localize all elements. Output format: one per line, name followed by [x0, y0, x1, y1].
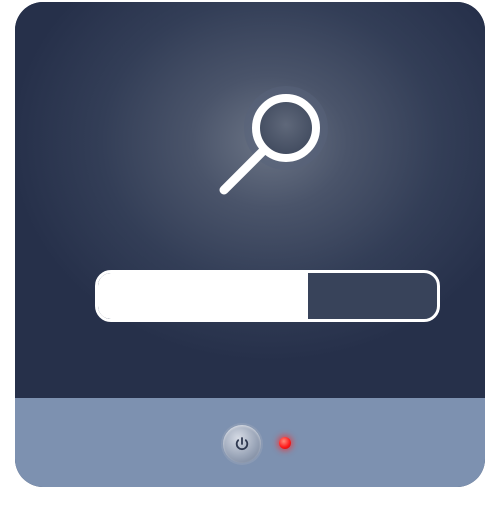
device-frame	[15, 2, 485, 487]
magnifying-glass-icon	[219, 86, 328, 195]
power-button[interactable]	[223, 425, 261, 463]
power-icon	[235, 437, 249, 451]
display-screen	[15, 2, 485, 398]
progress-bar-fill	[98, 273, 309, 319]
progress-bar	[95, 270, 440, 322]
status-led	[279, 437, 291, 449]
